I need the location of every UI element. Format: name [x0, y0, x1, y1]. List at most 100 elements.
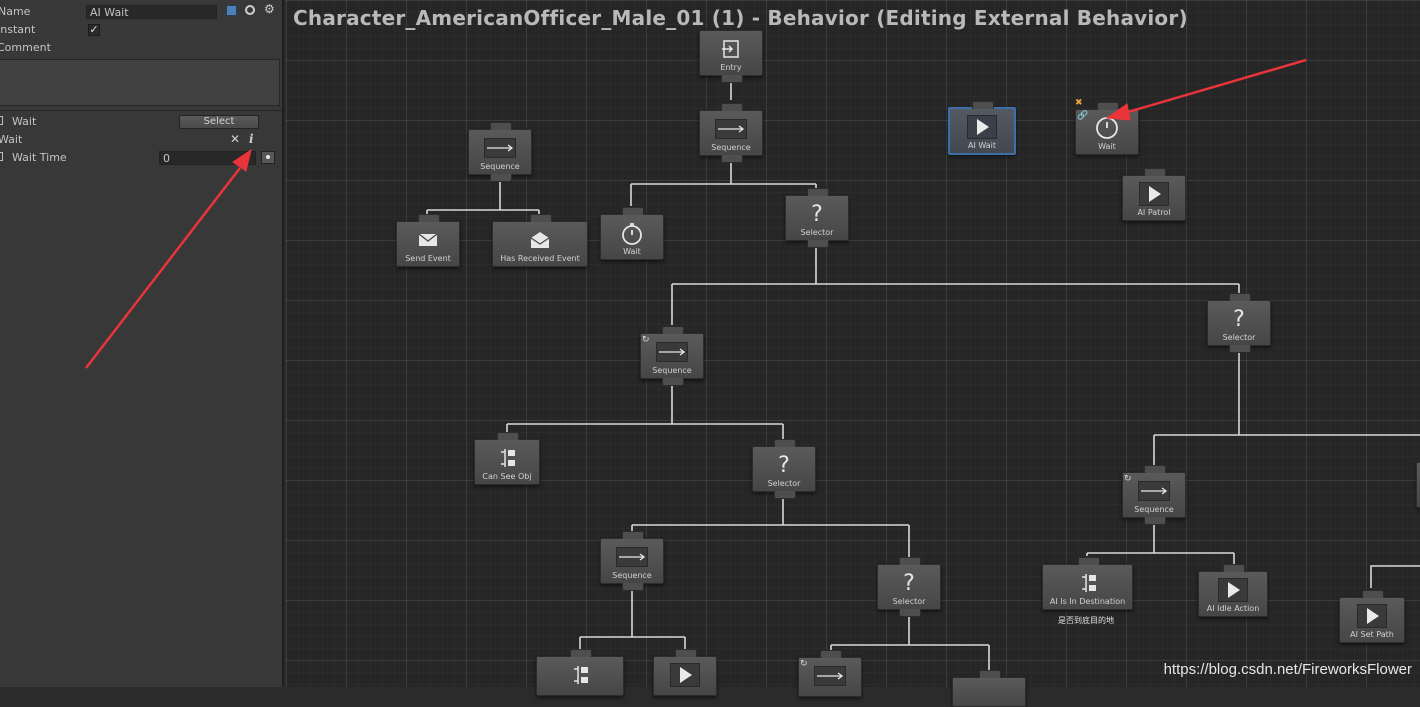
conditional-tree-icon — [564, 663, 596, 687]
question-mark-icon: ? — [811, 201, 823, 227]
envelope-icon — [412, 228, 444, 252]
input-port[interactable] — [807, 188, 829, 196]
input-port[interactable] — [418, 214, 440, 222]
play-icon — [1217, 578, 1249, 602]
watermark: https://blog.csdn.net/FireworksFlower — [1163, 661, 1412, 678]
node-ai-is-in-destination[interactable]: AI Is In Destination — [1042, 557, 1133, 610]
output-port[interactable] — [721, 155, 743, 163]
input-port[interactable] — [622, 207, 644, 215]
node-selector-mid[interactable]: ? Selector — [752, 439, 816, 499]
abort-type-icon: ↻ — [1124, 474, 1132, 484]
node-ai-wait[interactable]: AI Wait — [948, 101, 1016, 155]
sequence-arrow-icon — [715, 117, 747, 141]
stopwatch-icon — [1091, 116, 1123, 140]
input-port[interactable] — [675, 649, 697, 657]
input-port[interactable] — [820, 650, 842, 658]
sequence-arrow-icon — [1138, 479, 1170, 503]
node-action-partial[interactable] — [952, 670, 1026, 707]
input-port[interactable] — [972, 101, 994, 109]
node-ai-idle-action[interactable]: AI Idle Action — [1198, 564, 1268, 617]
node-offscreen-partial[interactable] — [1416, 462, 1420, 508]
input-port[interactable] — [1229, 293, 1251, 301]
play-icon — [669, 663, 701, 687]
open-envelope-icon — [524, 228, 556, 252]
input-port[interactable] — [1223, 564, 1245, 572]
node-has-received-event[interactable]: Has Received Event — [492, 214, 588, 267]
node-label: Selector — [767, 479, 801, 488]
node-ai-patrol[interactable]: AI Patrol — [1122, 168, 1186, 221]
input-port[interactable] — [497, 432, 519, 440]
node-sequence-main[interactable]: Sequence — [699, 103, 763, 163]
input-port[interactable] — [622, 531, 644, 539]
input-port[interactable] — [570, 649, 592, 657]
output-port[interactable] — [662, 378, 684, 386]
output-port[interactable] — [774, 491, 796, 499]
node-label: AI Is In Destination — [1049, 597, 1126, 606]
node-label: AI Idle Action — [1206, 604, 1260, 613]
node-label: Sequence — [480, 162, 520, 171]
node-can-see-obj[interactable]: Can See Obj — [474, 432, 540, 485]
conditional-tree-icon — [1072, 571, 1104, 595]
output-port[interactable] — [807, 240, 829, 248]
node-wait-selected[interactable]: ✖ 🔗 Wait — [1075, 98, 1139, 155]
node-wait-main[interactable]: Wait — [600, 207, 664, 260]
node-selector-low[interactable]: ? Selector — [877, 557, 941, 617]
abort-type-icon: ↻ — [800, 659, 808, 669]
node-sequence-event[interactable]: Sequence — [468, 122, 532, 182]
node-label: Selector — [1222, 333, 1256, 342]
node-action-partial[interactable] — [653, 649, 717, 696]
node-entry[interactable]: Entry — [699, 30, 763, 83]
sequence-arrow-icon — [656, 340, 688, 364]
node-send-event[interactable]: Send Event — [396, 214, 460, 267]
node-sequence-left[interactable]: ↻ Sequence — [640, 326, 704, 386]
node-selector-main[interactable]: ? Selector — [785, 188, 849, 248]
node-label: Wait — [623, 247, 641, 256]
input-port[interactable] — [1097, 102, 1119, 110]
question-mark-icon: ? — [778, 452, 790, 478]
node-sequence-low[interactable]: Sequence — [600, 531, 664, 591]
sequence-arrow-icon — [616, 545, 648, 569]
node-label: AI Wait — [967, 141, 997, 150]
play-icon — [1356, 604, 1388, 628]
output-port[interactable] — [622, 583, 644, 591]
node-label: AI Set Path — [1350, 630, 1394, 639]
node-sequence-partial[interactable]: ↻ — [798, 650, 862, 697]
output-port[interactable] — [899, 609, 921, 617]
node-label: AI Patrol — [1137, 208, 1171, 217]
node-label: Entry — [720, 63, 742, 72]
node-label: Has Received Event — [500, 254, 580, 263]
output-port[interactable] — [721, 75, 743, 83]
node-label: Selector — [800, 228, 834, 237]
node-selector-right[interactable]: ? Selector — [1207, 293, 1271, 353]
play-icon — [1138, 182, 1170, 206]
input-port[interactable] — [1077, 557, 1100, 565]
input-port[interactable] — [1144, 465, 1166, 473]
sequence-arrow-icon — [814, 664, 846, 688]
node-label: Can See Obj — [482, 472, 532, 481]
entry-icon — [715, 37, 747, 61]
node-label: Sequence — [612, 571, 652, 580]
input-port[interactable] — [721, 103, 743, 111]
node-label: Sequence — [652, 366, 692, 375]
input-port[interactable] — [1144, 168, 1166, 176]
input-port[interactable] — [662, 326, 684, 334]
output-port[interactable] — [1144, 517, 1166, 525]
output-port[interactable] — [1229, 345, 1251, 353]
input-port[interactable] — [774, 439, 796, 447]
input-port[interactable] — [490, 122, 512, 130]
breakpoint-x-icon[interactable]: ✖ — [1075, 98, 1083, 108]
question-mark-icon: ? — [1233, 306, 1245, 332]
node-conditional-partial[interactable] — [536, 649, 624, 696]
node-label: Sequence — [1134, 505, 1174, 514]
input-port[interactable] — [899, 557, 921, 565]
input-port[interactable] — [530, 214, 552, 222]
input-port[interactable] — [1362, 590, 1384, 598]
conditional-tree-icon — [491, 446, 523, 470]
node-label: Wait — [1098, 142, 1116, 151]
question-mark-icon: ? — [903, 570, 915, 596]
node-sequence-right[interactable]: ↻ Sequence — [1122, 465, 1186, 525]
abort-type-icon: ↻ — [642, 335, 650, 345]
input-port[interactable] — [979, 670, 1001, 678]
output-port[interactable] — [490, 174, 512, 182]
node-ai-set-path[interactable]: AI Set Path — [1339, 590, 1405, 643]
